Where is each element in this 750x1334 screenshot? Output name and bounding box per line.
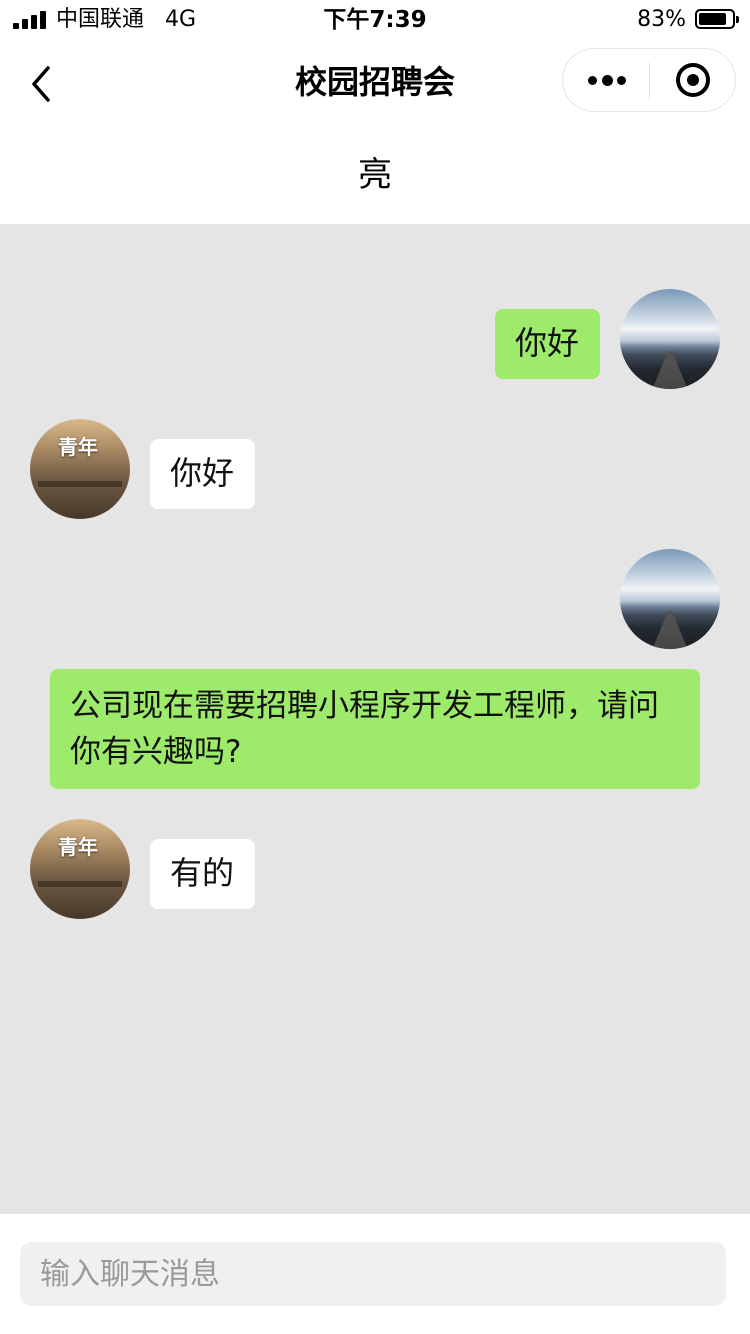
- avatar[interactable]: 青年: [30, 419, 130, 519]
- message-bubble-other[interactable]: 你好: [150, 439, 255, 509]
- menu-capsule: [562, 48, 736, 112]
- battery-icon: [695, 9, 739, 29]
- close-miniprogram-button[interactable]: [650, 49, 736, 111]
- message-bubble-self[interactable]: 公司现在需要招聘小程序开发工程师，请问你有兴趣吗?: [50, 669, 700, 789]
- poster-band: [38, 481, 122, 487]
- target-dot: [687, 74, 699, 86]
- poster-band: [38, 881, 122, 887]
- message-row: 你好: [0, 289, 750, 389]
- chat-area[interactable]: 你好 青年 你好 公司现在需要招聘小程序开发工程师，请问你有兴趣吗? 青年 有的: [0, 224, 750, 1214]
- message-row: 公司现在需要招聘小程序开发工程师，请问你有兴趣吗?: [0, 549, 750, 789]
- battery-tip: [736, 16, 739, 23]
- status-bar: 中国联通 4G 下午7:39 83%: [0, 0, 750, 40]
- poster-image-text: 青年: [58, 435, 98, 459]
- message-row: 青年 有的: [0, 819, 750, 919]
- nav-bar: 校园招聘会: [0, 40, 750, 128]
- contact-name: 亮: [358, 155, 392, 195]
- input-bar: [0, 1214, 750, 1334]
- road-image: [650, 351, 690, 389]
- chat-message-input[interactable]: [20, 1242, 726, 1306]
- avatar[interactable]: 青年: [30, 819, 130, 919]
- poster-image-text: 青年: [58, 835, 98, 859]
- battery-fill: [699, 13, 726, 25]
- more-button[interactable]: [563, 49, 649, 111]
- message-bubble-self[interactable]: 你好: [495, 309, 600, 379]
- road-image: [650, 611, 690, 649]
- message-bubble-other[interactable]: 有的: [150, 839, 255, 909]
- avatar[interactable]: [620, 289, 720, 389]
- contact-header: 亮: [0, 128, 750, 224]
- avatar[interactable]: [620, 549, 720, 649]
- battery-percent: 83%: [637, 7, 686, 32]
- message-row: 青年 你好: [0, 419, 750, 519]
